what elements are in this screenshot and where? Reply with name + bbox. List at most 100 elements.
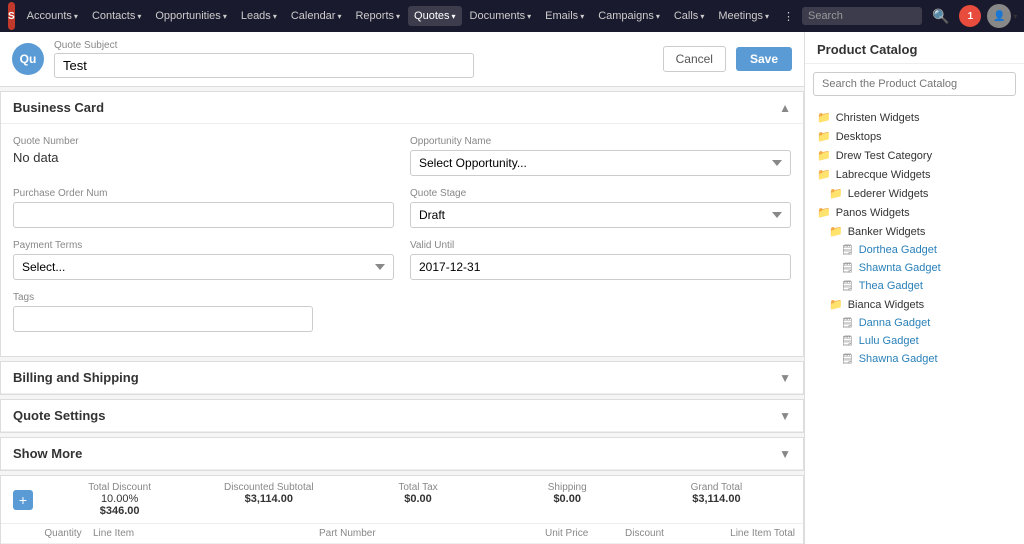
nav-right-area: 🔍 1 👤 ▾ + [802,4,1024,28]
app-logo[interactable]: S [8,2,15,30]
quote-avatar: Qu [12,43,44,75]
product-icon: 🗒 [841,318,854,329]
payment-terms-select[interactable]: Select... [13,254,394,280]
chevron-up-icon: ▲ [779,101,791,115]
th-line-item: Line Item [93,528,319,539]
folder-icon: 📁 [817,206,831,219]
product-icon: 🗒 [841,281,854,292]
add-line-item-button[interactable]: + [13,490,33,510]
catalog-folder-item[interactable]: 📁Labrecque Widgets [805,165,1024,184]
chevron-down-icon: ▼ [779,371,791,385]
tags-group: Tags [13,292,791,332]
nav-item-quotes[interactable]: Quotes ▾ [408,6,461,26]
catalog-product-item[interactable]: 🗒Lulu Gadget [805,332,1024,350]
search-icon[interactable]: 🔍 [928,6,953,27]
save-button[interactable]: Save [736,47,792,71]
tree-item-label: Danna Gadget [859,317,931,329]
show-more-header[interactable]: Show More ▼ [1,438,803,470]
left-content-area: Qu Quote Subject Cancel Save Business Ca… [0,32,804,544]
catalog-folder-item[interactable]: 📁Christen Widgets [805,108,1024,127]
quote-settings-header[interactable]: Quote Settings ▼ [1,400,803,432]
catalog-tree: 📁Christen Widgets📁Desktops📁Drew Test Cat… [805,104,1024,544]
catalog-folder-item[interactable]: 📁Bianca Widgets [805,295,1024,314]
nav-item-opportunities[interactable]: Opportunities ▾ [149,6,232,26]
chevron-down-icon: ▾ [527,12,531,21]
totals-bar: + Total Discount 10.00% $346.00 Discount… [0,475,804,544]
business-card-header[interactable]: Business Card ▲ [1,92,803,124]
catalog-search-input[interactable] [813,72,1016,96]
nav-item-documents[interactable]: Documents ▾ [464,6,538,26]
nav-item-emails[interactable]: Emails ▾ [539,6,590,26]
catalog-folder-item[interactable]: 📁 Desktops [805,127,1024,146]
tree-item-label: Thea Gadget [859,280,923,292]
quote-number-value: No data [13,150,394,165]
nav-more-button[interactable]: ⋮ [777,6,800,27]
user-menu[interactable]: 👤 ▾ [987,4,1017,28]
folder-icon: 📁 [817,111,831,124]
discounted-subtotal-value: $3,114.00 [194,493,343,505]
show-more-section: Show More ▼ [0,437,804,471]
th-quantity: Quantity [33,528,93,539]
catalog-folder-item[interactable]: 📁Drew Test Category [805,146,1024,165]
quote-stage-select[interactable]: Draft Delivered On Hold Confirmed Closed… [410,202,791,228]
nav-item-calls[interactable]: Calls ▾ [668,6,710,26]
valid-until-label: Valid Until [410,240,791,251]
catalog-folder-item[interactable]: 📁Panos Widgets [805,203,1024,222]
catalog-product-item[interactable]: 🗒 Danna Gadget [805,314,1024,332]
nav-item-contacts[interactable]: Contacts ▾ [86,6,147,26]
nav-item-calendar[interactable]: Calendar ▾ [285,6,348,26]
total-discount-label: Total Discount 10.00% [45,482,194,505]
folder-icon: 📁 [817,168,831,181]
catalog-product-item[interactable]: 🗒Shawnta Gadget [805,259,1024,277]
purchase-order-input[interactable] [13,202,394,228]
tags-input[interactable] [13,306,313,332]
quote-subject-bar: Qu Quote Subject Cancel Save [0,32,804,87]
totals-header-row: + Total Discount 10.00% $346.00 Discount… [1,476,803,524]
chevron-down-icon: ▾ [337,12,341,21]
th-line-item-total: Line Item Total [705,528,795,539]
chevron-down-icon: ▾ [396,12,400,21]
payment-terms-label: Payment Terms [13,240,394,251]
product-icon: 🗒 [841,336,854,347]
chevron-down-icon: ▼ [779,409,791,423]
catalog-product-item[interactable]: 🗒Dorthea Gadget [805,241,1024,259]
valid-until-input[interactable] [410,254,791,280]
grand-total-col: Grand Total $3,114.00 [642,482,791,517]
chevron-down-icon: ▼ [779,447,791,461]
opportunity-name-select[interactable]: Select Opportunity... [410,150,791,176]
cancel-button[interactable]: Cancel [663,46,726,72]
user-icon: 👤 [993,11,1005,22]
quote-subject-input[interactable] [54,53,474,78]
user-avatar[interactable]: 1 [959,5,981,27]
tree-item-label: Lederer Widgets [848,188,929,200]
totals-columns: Total Discount 10.00% $346.00 Discounted… [45,482,791,517]
tree-item-label: Desktops [836,131,882,143]
product-icon: 🗒 [841,263,854,274]
folder-icon: 📁 [829,225,843,238]
chevron-down-icon: ▾ [452,12,456,21]
folder-icon: 📁 [829,187,843,200]
catalog-product-item[interactable]: 🗒Shawna Gadget [805,350,1024,368]
search-input[interactable] [802,7,922,25]
nav-item-campaigns[interactable]: Campaigns ▾ [592,6,666,26]
nav-item-reports[interactable]: Reports ▾ [349,6,406,26]
catalog-title: Product Catalog [805,32,1024,64]
nav-item-leads[interactable]: Leads ▾ [235,6,283,26]
quote-subject-field: Quote Subject [54,40,653,78]
chevron-down-icon: ▾ [74,12,78,21]
catalog-folder-item[interactable]: 📁Banker Widgets [805,222,1024,241]
catalog-folder-item[interactable]: 📁 Lederer Widgets [805,184,1024,203]
nav-item-accounts[interactable]: Accounts ▾ [21,6,84,26]
billing-shipping-header[interactable]: Billing and Shipping ▼ [1,362,803,394]
total-tax-col: Total Tax $0.00 [343,482,492,517]
grand-total-label: Grand Total [642,482,791,493]
line-items-table-header: Quantity Line Item Part Number Unit Pric… [1,524,803,544]
nav-item-meetings[interactable]: Meetings ▾ [712,6,775,26]
payment-terms-group: Payment Terms Select... [13,240,394,280]
form-row-2: Purchase Order Num Quote Stage Draft Del… [13,188,791,228]
folder-icon: 📁 [817,130,831,143]
chevron-down-icon: ▾ [580,12,584,21]
catalog-product-item[interactable]: 🗒 Thea Gadget [805,277,1024,295]
shipping-col: Shipping $0.00 [493,482,642,517]
total-discount-col: Total Discount 10.00% $346.00 [45,482,194,517]
